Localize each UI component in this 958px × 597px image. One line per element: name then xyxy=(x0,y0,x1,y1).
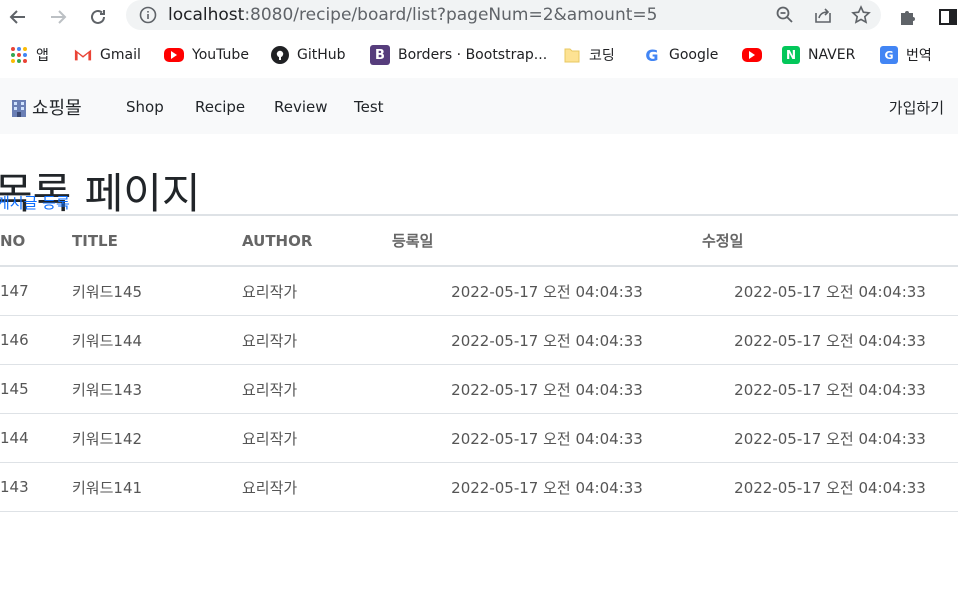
site-info-icon[interactable] xyxy=(138,5,158,25)
cell-title[interactable]: 키워드144 xyxy=(72,315,242,365)
cell-author: 요리작가 xyxy=(242,266,392,316)
cell-moddate: 2022-05-17 오전 04:04:33 xyxy=(702,315,958,365)
col-header-no: NO xyxy=(0,214,72,267)
forward-arrow-icon[interactable] xyxy=(46,5,70,29)
cell-author: 요리작가 xyxy=(242,462,392,512)
cell-regdate: 2022-05-17 오전 04:04:33 xyxy=(392,364,702,414)
bookmark-label: GitHub xyxy=(297,47,346,63)
translate-icon: G xyxy=(880,46,898,64)
bookmark-label: 코딩 xyxy=(589,48,615,64)
nav-link-recipe[interactable]: Recipe xyxy=(195,98,245,116)
table-header-row: NO TITLE AUTHOR 등록일 수정일 xyxy=(0,214,958,267)
table-row[interactable]: 147 키워드145 요리작가 2022-05-17 오전 04:04:33 2… xyxy=(0,266,958,316)
cell-moddate: 2022-05-17 오전 04:04:33 xyxy=(702,462,958,512)
bookmark-label: YouTube xyxy=(192,47,249,63)
bookmark-label: 번역 xyxy=(906,48,932,64)
url-path: :8080/recipe/board/list?pageNum=2&amount… xyxy=(244,5,658,25)
table-row[interactable]: 146 키워드144 요리작가 2022-05-17 오전 04:04:33 2… xyxy=(0,315,958,365)
cell-moddate: 2022-05-17 오전 04:04:33 xyxy=(702,364,958,414)
bookmark-bootstrap[interactable]: B Borders · Bootstrap... xyxy=(370,44,547,66)
brand-link[interactable]: 쇼핑몰 xyxy=(10,94,82,120)
bookmark-label: Gmail xyxy=(100,47,141,63)
site-navbar: 쇼핑몰 Shop Recipe Review Test 가입하기 xyxy=(0,78,958,134)
share-icon[interactable] xyxy=(811,3,835,27)
bookmark-gmail[interactable]: Gmail xyxy=(74,44,141,66)
building-icon xyxy=(10,98,28,117)
col-header-title: TITLE xyxy=(72,214,242,267)
reload-icon[interactable] xyxy=(86,5,110,29)
extensions-puzzle-icon[interactable] xyxy=(896,5,920,29)
youtube-icon xyxy=(164,48,184,62)
bookmark-label: NAVER xyxy=(808,47,856,63)
url-host: localhost xyxy=(168,5,245,25)
table-row[interactable]: 143 키워드141 요리작가 2022-05-17 오전 04:04:33 2… xyxy=(0,462,958,512)
zoom-icon[interactable] xyxy=(773,3,797,27)
browser-toolbar: localhost:8080/recipe/board/list?pageNum… xyxy=(0,0,958,34)
naver-icon: N xyxy=(782,46,800,64)
url-text: localhost:8080/recipe/board/list?pageNum… xyxy=(168,5,657,25)
side-panel-icon[interactable] xyxy=(936,5,958,29)
nav-link-test[interactable]: Test xyxy=(354,98,384,116)
bookmark-star-icon[interactable] xyxy=(849,3,873,27)
table-row[interactable]: 144 키워드142 요리작가 2022-05-17 오전 04:04:33 2… xyxy=(0,413,958,463)
bookmark-youtube-2[interactable] xyxy=(742,44,762,66)
cell-regdate: 2022-05-17 오전 04:04:33 xyxy=(392,266,702,316)
cell-title[interactable]: 키워드143 xyxy=(72,364,242,414)
bookmark-naver[interactable]: N NAVER xyxy=(782,44,855,66)
board-table: NO TITLE AUTHOR 등록일 수정일 147 키워드145 요리작가 … xyxy=(0,214,958,512)
google-icon: G xyxy=(645,45,659,65)
cell-no: 147 xyxy=(0,266,72,316)
col-header-author: AUTHOR xyxy=(242,214,392,267)
bookmark-translate[interactable]: G 번역 xyxy=(880,44,932,66)
bookmark-google[interactable]: G Google xyxy=(643,44,718,66)
cell-no: 145 xyxy=(0,364,72,414)
youtube-icon xyxy=(742,48,762,62)
cell-moddate: 2022-05-17 오전 04:04:33 xyxy=(702,413,958,463)
cell-author: 요리작가 xyxy=(242,315,392,365)
col-header-regdate: 등록일 xyxy=(392,214,702,267)
bookmarks-bar: 앱 Gmail YouTube GitHub B Borders · Boots… xyxy=(0,38,958,72)
cell-regdate: 2022-05-17 오전 04:04:33 xyxy=(392,462,702,512)
folder-icon xyxy=(563,46,581,64)
cell-moddate: 2022-05-17 오전 04:04:33 xyxy=(702,266,958,316)
cell-author: 요리작가 xyxy=(242,364,392,414)
bookmark-folder-coding[interactable]: 코딩 xyxy=(563,44,615,66)
omnibox-actions xyxy=(773,3,873,27)
apps-grid-icon xyxy=(10,46,28,64)
bookmark-apps[interactable]: 앱 xyxy=(10,44,49,66)
write-post-link[interactable]: 게시글 등록 xyxy=(0,192,70,213)
bootstrap-icon: B xyxy=(370,45,390,65)
github-icon xyxy=(271,46,289,64)
col-header-moddate: 수정일 xyxy=(702,214,958,267)
brand-text: 쇼핑몰 xyxy=(32,98,82,119)
cell-title[interactable]: 키워드145 xyxy=(72,266,242,316)
address-bar[interactable]: localhost:8080/recipe/board/list?pageNum… xyxy=(126,0,881,30)
signup-link[interactable]: 가입하기 xyxy=(889,97,944,118)
cell-author: 요리작가 xyxy=(242,413,392,463)
gmail-icon xyxy=(74,46,92,64)
cell-no: 146 xyxy=(0,315,72,365)
cell-no: 143 xyxy=(0,462,72,512)
bookmark-label: 앱 xyxy=(36,48,49,64)
bookmark-youtube[interactable]: YouTube xyxy=(164,44,249,66)
nav-link-review[interactable]: Review xyxy=(274,98,328,116)
bookmark-label: Google xyxy=(669,47,719,63)
bookmark-label: Borders · Bootstrap... xyxy=(398,47,548,63)
cell-regdate: 2022-05-17 오전 04:04:33 xyxy=(392,315,702,365)
bookmark-github[interactable]: GitHub xyxy=(271,44,346,66)
nav-link-shop[interactable]: Shop xyxy=(126,98,164,116)
cell-no: 144 xyxy=(0,413,72,463)
table-row[interactable]: 145 키워드143 요리작가 2022-05-17 오전 04:04:33 2… xyxy=(0,364,958,414)
cell-regdate: 2022-05-17 오전 04:04:33 xyxy=(392,413,702,463)
cell-title[interactable]: 키워드142 xyxy=(72,413,242,463)
back-arrow-icon[interactable] xyxy=(6,5,30,29)
cell-title[interactable]: 키워드141 xyxy=(72,462,242,512)
